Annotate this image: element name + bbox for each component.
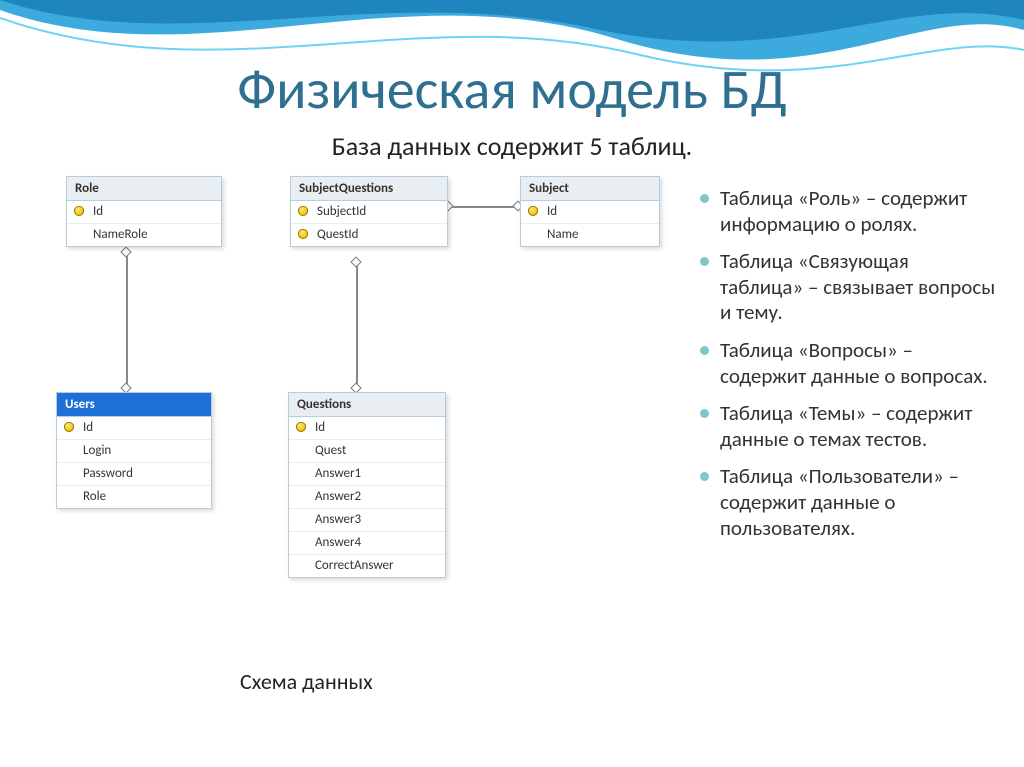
- column-subjectid: SubjectId: [291, 201, 447, 224]
- diagram-caption: Схема данных: [240, 668, 373, 695]
- column-role: Role: [57, 486, 211, 508]
- column-namerole: NameRole: [67, 224, 221, 246]
- list-item: Таблица «Пользователи» – содержит данные…: [696, 464, 996, 541]
- list-item: Таблица «Темы» – содержит данные о темах…: [696, 401, 996, 452]
- column-answer4: Answer4: [289, 532, 445, 555]
- connector-sq-subject: [448, 206, 518, 208]
- slide-subtitle: База данных содержит 5 таблиц.: [0, 130, 1024, 162]
- table-header: Role: [67, 177, 221, 201]
- description-list: Таблица «Роль» – содержит информацию о р…: [696, 186, 996, 553]
- connector-end-icon: [120, 246, 131, 257]
- column-id: Id: [67, 201, 221, 224]
- schema-diagram: Role Id NameRole SubjectQuestions Subjec…: [56, 170, 666, 670]
- table-questions: Questions Id Quest Answer1 Answer2 Answe…: [288, 392, 446, 578]
- column-correctanswer: CorrectAnswer: [289, 555, 445, 577]
- connector-sq-questions: [356, 260, 358, 390]
- column-name: Name: [521, 224, 659, 246]
- column-login: Login: [57, 440, 211, 463]
- column-quest: Quest: [289, 440, 445, 463]
- list-item: Таблица «Роль» – содержит информацию о р…: [696, 186, 996, 237]
- column-password: Password: [57, 463, 211, 486]
- slide-title: Физическая модель БД: [0, 56, 1024, 124]
- column-id: Id: [289, 417, 445, 440]
- connector-end-icon: [350, 256, 361, 267]
- column-id: Id: [521, 201, 659, 224]
- list-item: Таблица «Вопросы» – содержит данные о во…: [696, 338, 996, 389]
- table-role: Role Id NameRole: [66, 176, 222, 247]
- table-header: Users: [57, 393, 211, 417]
- table-header: Subject: [521, 177, 659, 201]
- table-header: SubjectQuestions: [291, 177, 447, 201]
- column-id: Id: [57, 417, 211, 440]
- table-subject: Subject Id Name: [520, 176, 660, 247]
- column-answer2: Answer2: [289, 486, 445, 509]
- column-answer3: Answer3: [289, 509, 445, 532]
- column-questid: QuestId: [291, 224, 447, 246]
- table-users: Users Id Login Password Role: [56, 392, 212, 509]
- table-subjectquestions: SubjectQuestions SubjectId QuestId: [290, 176, 448, 247]
- table-header: Questions: [289, 393, 445, 417]
- list-item: Таблица «Связующая таблица» – связывает …: [696, 249, 996, 326]
- connector-role-users: [126, 250, 128, 390]
- column-answer1: Answer1: [289, 463, 445, 486]
